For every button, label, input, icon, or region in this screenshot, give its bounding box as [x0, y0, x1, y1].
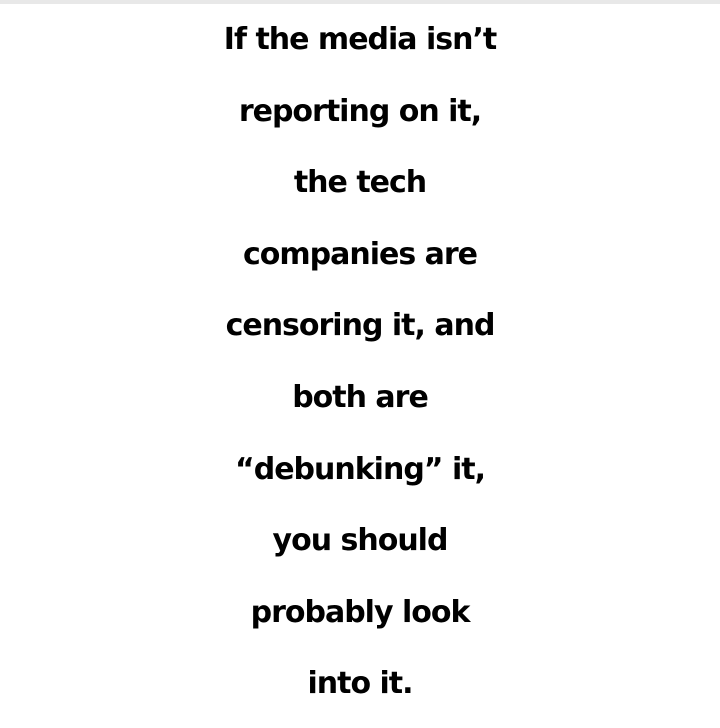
quote-text: If the media isn’t reporting on it, the …: [0, 4, 720, 720]
quote-line: companies are: [242, 236, 478, 272]
quote-line: “debunking” it,: [235, 451, 486, 487]
quote-line: If the media isn’t: [223, 22, 497, 57]
quote-line: the tech: [293, 165, 427, 201]
quote-line: you should: [272, 523, 449, 559]
meme-image: If the media isn’t reporting on it, the …: [0, 0, 720, 728]
quote-line: both are: [292, 379, 429, 415]
quote-line: into it.: [307, 666, 413, 702]
quote-line: censoring it, and: [225, 308, 496, 344]
quote-line: probably look: [250, 594, 471, 630]
quote-line: reporting on it,: [238, 93, 482, 129]
